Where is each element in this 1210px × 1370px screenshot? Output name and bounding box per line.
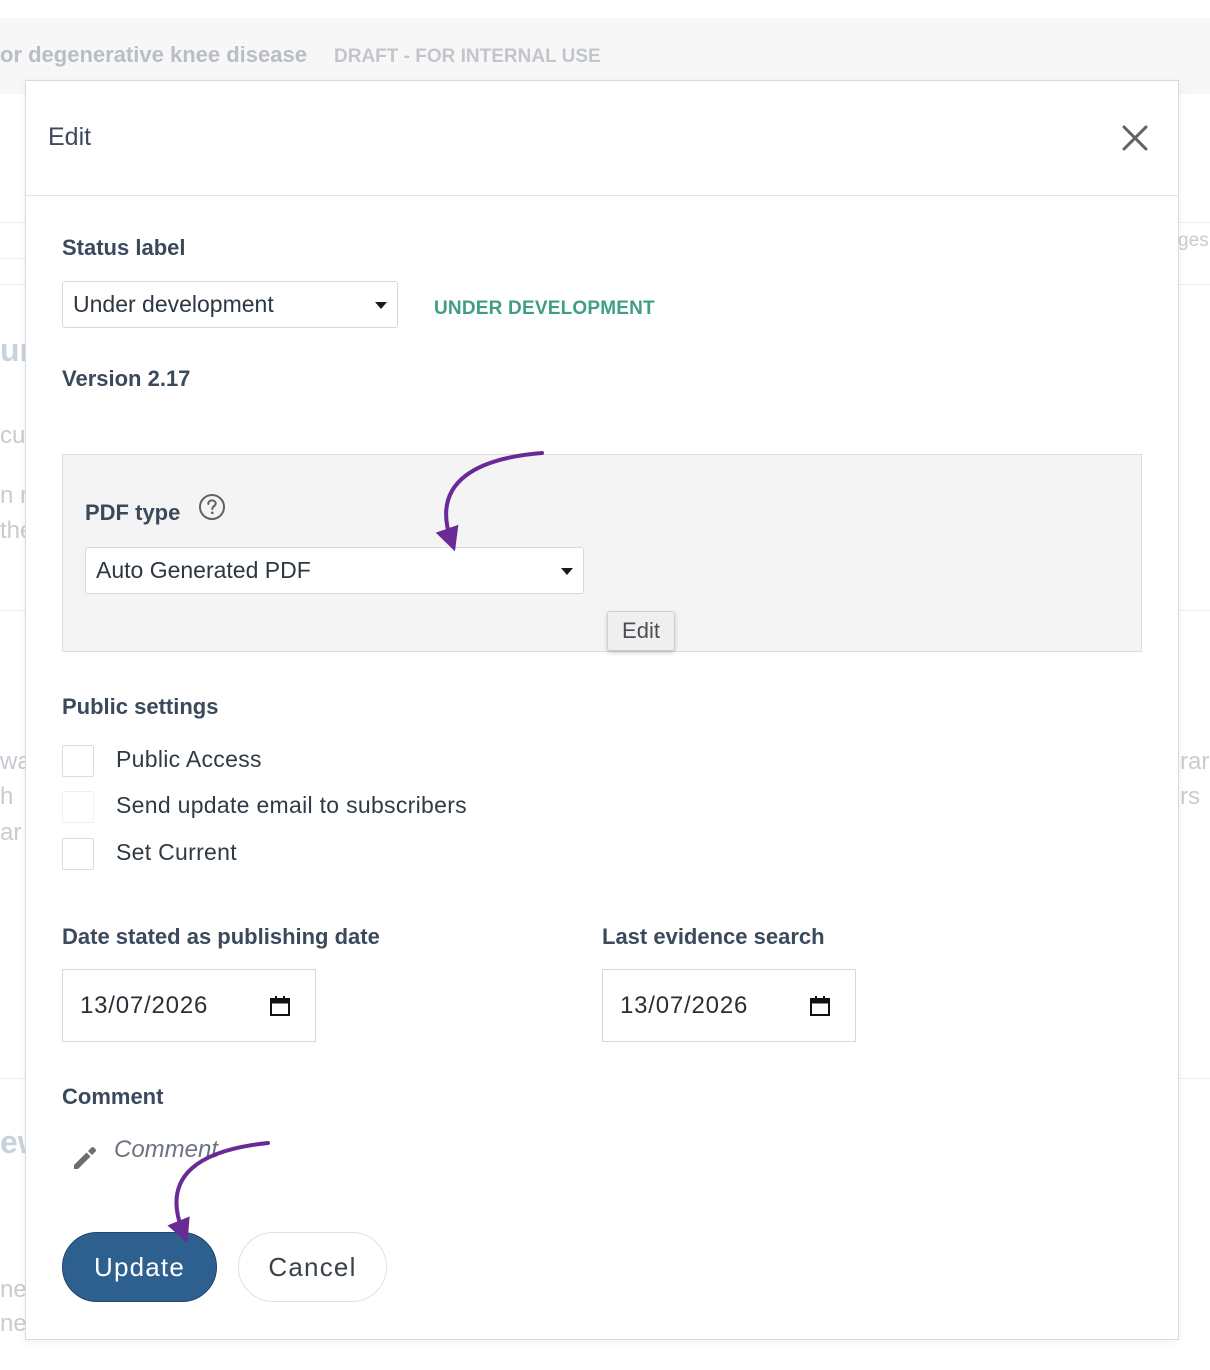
calendar-icon[interactable]	[809, 995, 831, 1017]
close-button[interactable]	[1116, 119, 1154, 157]
background-fragment: ges	[1178, 230, 1209, 251]
status-select[interactable]: Under development	[62, 281, 398, 328]
chevron-down-icon	[375, 301, 387, 309]
public-settings-heading: Public settings	[62, 694, 219, 719]
question-circle-icon	[199, 494, 225, 520]
background-fragment: rs	[1180, 783, 1200, 810]
pdf-edit-button[interactable]: Edit	[607, 611, 675, 651]
publishing-date-value: 13/07/2026	[80, 992, 209, 1019]
pdf-type-label: PDF type	[85, 500, 181, 525]
status-badge: UNDER DEVELOPMENT	[434, 298, 655, 319]
send-update-email-label[interactable]: Send update email to subscribers	[116, 792, 467, 819]
background-divider	[0, 258, 25, 259]
background-page-title: or degenerative knee disease	[0, 42, 307, 67]
background-fragment: ar	[0, 819, 22, 846]
background-divider	[0, 610, 25, 611]
publishing-date-input[interactable]: 13/07/2026	[62, 969, 316, 1042]
comment-input[interactable]: Comment	[114, 1136, 218, 1164]
publishing-date-label: Date stated as publishing date	[62, 924, 380, 949]
set-current-checkbox[interactable]	[62, 838, 94, 870]
background-divider	[1178, 284, 1210, 285]
pdf-type-value: Auto Generated PDF	[96, 557, 311, 583]
background-divider	[0, 222, 25, 223]
background-divider	[1178, 610, 1210, 611]
close-icon	[1122, 125, 1148, 151]
background-divider	[1178, 1078, 1210, 1079]
evidence-search-value: 13/07/2026	[620, 992, 749, 1019]
modal-header: Edit	[26, 81, 1178, 196]
update-button[interactable]: Update	[62, 1232, 217, 1302]
evidence-search-input[interactable]: 13/07/2026	[602, 969, 856, 1042]
help-icon[interactable]	[198, 493, 226, 521]
public-access-checkbox[interactable]	[62, 745, 94, 777]
version-label: Version 2.17	[62, 366, 191, 391]
modal-title: Edit	[48, 123, 92, 151]
pdf-type-select[interactable]: Auto Generated PDF	[85, 547, 584, 594]
public-access-label[interactable]: Public Access	[116, 746, 262, 773]
chevron-down-icon	[561, 567, 573, 575]
background-fragment: cu	[0, 422, 26, 449]
comment-heading: Comment	[62, 1084, 164, 1109]
calendar-icon[interactable]	[269, 995, 291, 1017]
background-divider	[1178, 222, 1210, 223]
background-fragment: rar	[1180, 748, 1210, 775]
status-label-heading: Status label	[62, 235, 186, 260]
status-select-value: Under development	[73, 291, 274, 317]
cancel-button[interactable]: Cancel	[238, 1232, 387, 1302]
set-current-label[interactable]: Set Current	[116, 839, 237, 866]
edit-modal: Edit Status label Under development UNDE…	[25, 80, 1179, 1340]
background-divider	[0, 1078, 25, 1079]
pencil-icon[interactable]	[70, 1144, 98, 1172]
background-fragment: h	[0, 783, 14, 810]
background-fragment: n r	[0, 482, 29, 509]
background-draft-badge: DRAFT - FOR INTERNAL USE	[334, 46, 601, 67]
evidence-search-label: Last evidence search	[602, 924, 825, 949]
send-update-email-checkbox[interactable]	[62, 791, 94, 823]
background-divider	[0, 284, 25, 285]
